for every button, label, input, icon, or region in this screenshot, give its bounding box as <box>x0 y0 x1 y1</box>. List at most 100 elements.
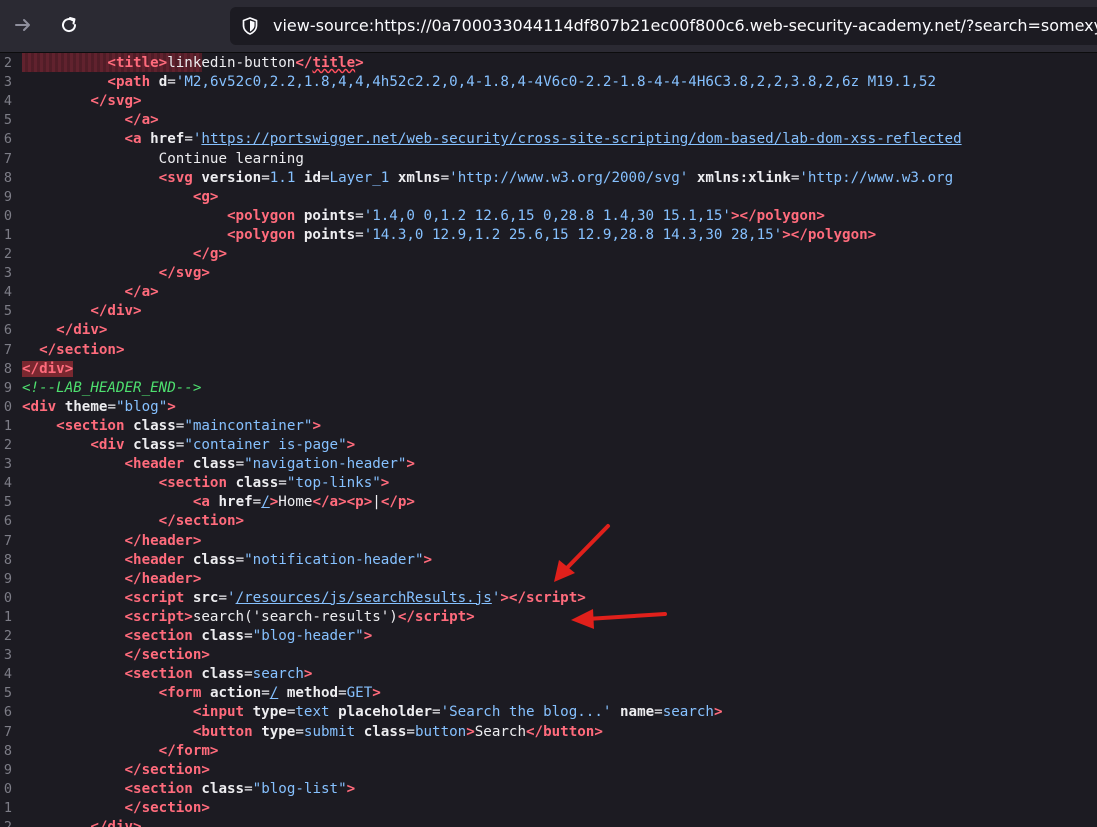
line-code: <!--LAB_HEADER_END--> <box>22 379 202 396</box>
line-number: 7 <box>3 150 12 167</box>
line-number: 5 <box>3 112 12 129</box>
source-line: 9 </header> <box>0 570 1097 589</box>
source-line: 3 </svg> <box>0 264 1097 283</box>
line-number: 0 <box>3 207 12 224</box>
source-line: 2 <section class="blog-header"> <box>0 627 1097 646</box>
shield-icon[interactable] <box>240 16 260 36</box>
line-number: 7 <box>3 723 12 740</box>
line-number: 3 <box>3 647 12 664</box>
source-line: 3 <path d='M2,6v52c0,2.2,1.8,4,4,4h52c2.… <box>0 73 1097 92</box>
line-code: <script>search('search-results')</script… <box>124 608 475 625</box>
line-number: 0 <box>3 589 12 606</box>
line-number: 3 <box>3 456 12 473</box>
line-number: 9 <box>3 188 12 205</box>
url-text[interactable]: view-source:https://0a700033044114df807b… <box>273 16 1097 35</box>
source-line: 2 <div class="container is-page"> <box>0 436 1097 455</box>
line-number: 2 <box>3 819 12 827</box>
line-number: 2 <box>3 628 12 644</box>
source-line: 8 <svg version=1.1 id=Layer_1 xmlns='htt… <box>0 169 1097 188</box>
source-line: 0 <script src='/resources/js/searchResul… <box>0 589 1097 608</box>
line-number: 5 <box>3 303 12 320</box>
source-line: 7 Continue learning <box>0 150 1097 169</box>
line-code: <a href='https://portswigger.net/web-sec… <box>124 131 962 148</box>
line-code: <button type=submit class=button>Search<… <box>192 723 603 740</box>
line-number: 8 <box>3 169 12 186</box>
line-code: <form action=/ method=GET> <box>158 685 381 702</box>
line-number: 3 <box>3 74 12 91</box>
source-line: 6 <input type=text placeholder='Search t… <box>0 703 1097 722</box>
source-line: 2 </g> <box>0 245 1097 264</box>
source-line: 5 <form action=/ method=GET> <box>0 684 1097 703</box>
source-line: 8 </form> <box>0 742 1097 761</box>
line-code: <script src='/resources/js/searchResults… <box>124 589 586 606</box>
source-line: 4 </a> <box>0 283 1097 302</box>
line-number: 1 <box>3 608 12 625</box>
line-number: 4 <box>3 93 12 110</box>
source-line: 6 </div> <box>0 321 1097 340</box>
source-line: 6 </section> <box>0 512 1097 531</box>
source-line: 1 <script>search('search-results')</scri… <box>0 608 1097 627</box>
line-number: 8 <box>3 360 12 377</box>
line-code: <svg version=1.1 id=Layer_1 xmlns='http:… <box>158 169 954 186</box>
source-line: 4 <section class=search> <box>0 665 1097 684</box>
source-line: 6 <a href='https://portswigger.net/web-s… <box>0 130 1097 149</box>
line-code: <section class="blog-list"> <box>124 780 356 797</box>
line-code: Continue learning <box>22 150 304 167</box>
line-code: </header> <box>124 532 202 549</box>
source-line: 3 </section> <box>0 646 1097 665</box>
line-code: </a> <box>124 112 159 129</box>
source-line: 2 <title>linkedin-button</title> <box>0 54 1097 73</box>
line-number: 1 <box>3 799 12 816</box>
url-bar[interactable]: view-source:https://0a700033044114df807b… <box>230 7 1097 45</box>
line-code: </svg> <box>158 265 210 282</box>
source-line: 3 <header class="navigation-header"> <box>0 455 1097 474</box>
source-line: 1 <section class="maincontainer"> <box>0 417 1097 436</box>
line-number: 5 <box>3 685 12 702</box>
line-code: </section> <box>158 513 245 530</box>
source-line: 7 </section> <box>0 341 1097 360</box>
line-code: <a href=/>Home</a><p>|</p> <box>192 494 415 511</box>
source-line: 4 </svg> <box>0 92 1097 111</box>
line-number: 1 <box>3 417 12 434</box>
line-code: <header class="notification-header"> <box>124 551 433 568</box>
line-number: 2 <box>3 246 12 262</box>
source-line: 8 </div> <box>0 360 1097 379</box>
line-code: <section class="maincontainer"> <box>56 417 321 434</box>
line-code: <input type=text placeholder='Search the… <box>192 704 723 721</box>
line-code: <title>linkedin-button</title> <box>107 55 364 71</box>
line-code: <g> <box>192 188 219 205</box>
line-number: 0 <box>3 398 12 415</box>
source-line: 8 <header class="notification-header"> <box>0 551 1097 570</box>
line-code: <div class="container is-page"> <box>90 437 356 453</box>
line-code: </div> <box>22 360 74 377</box>
reload-icon <box>62 17 77 33</box>
forward-arrow-icon <box>15 19 30 31</box>
line-code: </g> <box>192 246 228 262</box>
reload-button[interactable] <box>54 10 84 40</box>
line-number: 8 <box>3 551 12 568</box>
line-code: <section class="top-links"> <box>158 475 390 492</box>
line-code: <polygon points='1.4,0 0,1.2 12.6,15 0,2… <box>227 207 825 224</box>
line-code: </div> <box>56 322 108 339</box>
line-number: 4 <box>3 666 12 683</box>
line-number: 9 <box>3 761 12 778</box>
line-number: 6 <box>3 131 12 148</box>
line-number: 9 <box>3 570 12 587</box>
source-line: 1 </section> <box>0 799 1097 818</box>
source-line: 4 <section class="top-links"> <box>0 474 1097 493</box>
line-code: </section> <box>39 341 125 358</box>
browser-toolbar: view-source:https://0a700033044114df807b… <box>0 0 1097 53</box>
line-number: 6 <box>3 704 12 721</box>
source-line: 5 <a href=/>Home</a><p>|</p> <box>0 493 1097 512</box>
line-code: <header class="navigation-header"> <box>124 456 415 473</box>
line-code: </div> <box>90 819 142 827</box>
line-code: <polygon points='14.3,0 12.9,1.2 25.6,15… <box>227 226 877 243</box>
line-code: </div> <box>90 303 142 320</box>
source-line: 9 </section> <box>0 761 1097 780</box>
line-number: 5 <box>3 494 12 511</box>
source-view: 2 <title>linkedin-button</title> 3 <path … <box>0 53 1097 827</box>
source-line: 2 </div> <box>0 818 1097 827</box>
forward-button[interactable] <box>8 10 38 40</box>
line-code: </form> <box>158 742 219 759</box>
line-number: 2 <box>3 55 12 71</box>
